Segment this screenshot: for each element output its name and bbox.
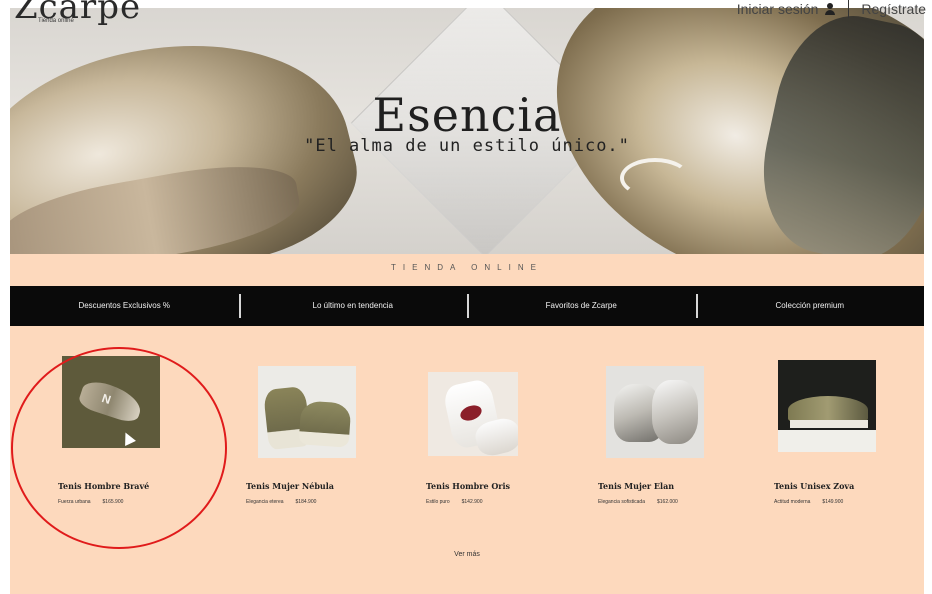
nav-item-tendencia[interactable]: Lo último en tendencia	[238, 286, 468, 326]
ver-mas-link[interactable]: Ver más	[10, 551, 924, 558]
product-meta: Actitud moderna $149.900	[774, 499, 843, 505]
product-description: Elegancia sofisticada	[598, 499, 645, 505]
product-description: Estilo puro	[426, 499, 450, 505]
product-name[interactable]: Tenis Mujer Elan	[598, 481, 674, 491]
product-price: $142.900	[461, 499, 483, 505]
logo-text: Zcarpe	[14, 0, 142, 27]
brand-logo[interactable]: Zcarpe Tienda online	[14, 0, 142, 27]
product-description: Elegancia eterea	[246, 499, 284, 505]
register-link[interactable]: Regístrate	[861, 1, 926, 17]
auth-links: Iniciar sesión Regístrate	[737, 0, 926, 18]
nav-item-descuentos[interactable]: Descuentos Exclusivos %	[10, 286, 239, 326]
product-image[interactable]	[778, 360, 876, 452]
product-name[interactable]: Tenis Unisex Zova	[774, 481, 854, 491]
product-meta: Elegancia eterea $184.900	[246, 499, 316, 505]
hero-banner: Esencia "El alma de un estilo único."	[10, 8, 924, 254]
user-icon[interactable]	[824, 3, 836, 15]
product-image[interactable]	[606, 366, 704, 458]
annotation-circle	[11, 347, 227, 549]
product-image[interactable]	[258, 366, 356, 458]
product-price: $162.000	[656, 499, 678, 505]
product-description: Actitud moderna	[774, 499, 811, 505]
logo-tagline: Tienda online	[38, 18, 74, 24]
product-name[interactable]: Tenis Mujer Nébula	[246, 481, 334, 491]
hero-subtitle: "El alma de un estilo único."	[304, 136, 630, 156]
nav-item-favoritos[interactable]: Favoritos de Zcarpe	[467, 286, 696, 326]
product-name[interactable]: Tenis Hombre Oris	[426, 481, 510, 491]
product-meta: Estilo puro $142.900	[426, 499, 482, 505]
product-image[interactable]	[428, 372, 518, 456]
hero-title: Esencia	[372, 88, 562, 142]
hero-shoe-lace	[620, 158, 690, 198]
category-navbar: Descuentos Exclusivos % Lo último en ten…	[10, 286, 924, 326]
product-price: $149.900	[822, 499, 844, 505]
product-meta: Elegancia sofisticada $162.000	[598, 499, 678, 505]
store-label: TIENDA ONLINE	[391, 263, 543, 272]
login-link[interactable]: Iniciar sesión	[737, 1, 819, 17]
product-price: $184.900	[295, 499, 317, 505]
nav-item-premium[interactable]: Colección premium	[695, 286, 925, 326]
auth-divider	[848, 0, 850, 18]
